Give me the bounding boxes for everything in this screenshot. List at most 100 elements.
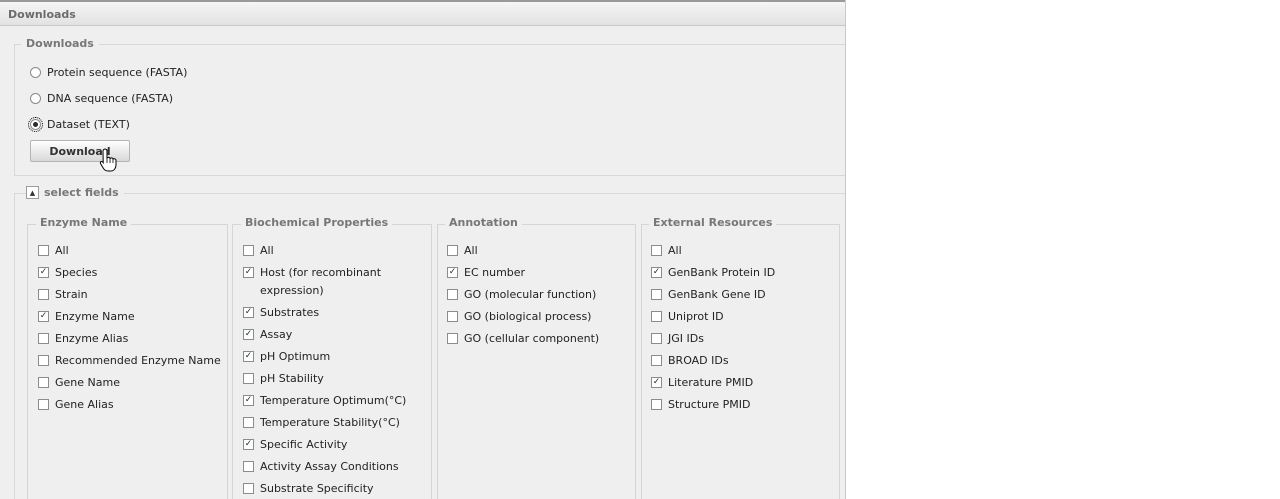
- checkbox-label: Temperature Stability(°C): [260, 416, 400, 429]
- radio-button[interactable]: [28, 116, 43, 132]
- checkbox[interactable]: [651, 311, 662, 322]
- checkbox[interactable]: [243, 373, 254, 384]
- checkbox[interactable]: ✓: [243, 307, 254, 318]
- checkbox[interactable]: ✓: [243, 395, 254, 406]
- checkbox-row[interactable]: GenBank Gene ID: [651, 286, 766, 304]
- checkbox[interactable]: [651, 333, 662, 344]
- checkbox-row[interactable]: All: [651, 242, 682, 260]
- checkbox[interactable]: [38, 289, 49, 300]
- checkbox-row[interactable]: GO (cellular component): [447, 330, 599, 348]
- column-title: Biochemical Properties: [241, 216, 393, 229]
- checkbox[interactable]: [243, 417, 254, 428]
- checkbox[interactable]: [447, 289, 458, 300]
- checkbox[interactable]: [38, 377, 49, 388]
- checkbox[interactable]: [243, 245, 254, 256]
- checkbox-row[interactable]: ✓ Literature PMID: [651, 374, 753, 392]
- checkbox[interactable]: ✓: [447, 267, 458, 278]
- checkbox-row[interactable]: Gene Alias: [38, 396, 114, 414]
- checkbox-row[interactable]: Temperature Stability(°C): [243, 414, 400, 432]
- checkbox-label: pH Stability: [260, 372, 324, 385]
- checkbox-row[interactable]: Enzyme Alias: [38, 330, 128, 348]
- checkbox-row[interactable]: pH Stability: [243, 370, 324, 388]
- checkbox[interactable]: [447, 311, 458, 322]
- checkbox-label: Temperature Optimum(°C): [260, 394, 407, 407]
- radio-button[interactable]: [30, 92, 41, 104]
- checkbox-row[interactable]: Substrate Specificity: [243, 480, 374, 498]
- checkbox[interactable]: [243, 483, 254, 494]
- checkbox-row[interactable]: ✓ Enzyme Name: [38, 308, 135, 326]
- checkbox[interactable]: [651, 245, 662, 256]
- radio-label: DNA sequence (FASTA): [47, 91, 174, 105]
- checkbox[interactable]: [38, 333, 49, 344]
- checkbox-row[interactable]: All: [243, 242, 274, 260]
- checkbox-label: JGI IDs: [668, 332, 704, 345]
- checkbox-row[interactable]: JGI IDs: [651, 330, 704, 348]
- checkbox-row[interactable]: ✓ Temperature Optimum(°C): [243, 392, 406, 410]
- checkbox-label: All: [55, 244, 69, 257]
- checkbox-row[interactable]: Uniprot ID: [651, 308, 724, 326]
- radio-label: Dataset (TEXT): [47, 117, 130, 131]
- checkbox-row[interactable]: ✓ Host (for recombinant expression): [243, 264, 393, 300]
- checkbox-label: Specific Activity: [260, 438, 348, 451]
- checkbox-row[interactable]: BROAD IDs: [651, 352, 729, 370]
- checkbox[interactable]: [447, 245, 458, 256]
- checkbox[interactable]: ✓: [243, 329, 254, 340]
- checkbox-label: Structure PMID: [668, 398, 751, 411]
- checkbox[interactable]: [651, 399, 662, 410]
- checkbox-row[interactable]: ✓ Species: [38, 264, 97, 282]
- checkbox[interactable]: [243, 461, 254, 472]
- radio-button[interactable]: [30, 66, 41, 78]
- checkbox-label: Substrate Specificity: [260, 482, 374, 495]
- checkbox-row[interactable]: ✓ pH Optimum: [243, 348, 330, 366]
- checkbox-row[interactable]: Structure PMID: [651, 396, 751, 414]
- checkbox-label: Uniprot ID: [668, 310, 724, 323]
- checkbox[interactable]: ✓: [243, 267, 254, 278]
- checkbox[interactable]: ✓: [243, 439, 254, 450]
- radio-protein-fasta[interactable]: Protein sequence (FASTA): [30, 65, 187, 79]
- checkbox[interactable]: ✓: [651, 267, 662, 278]
- checkbox-row[interactable]: ✓ Substrates: [243, 304, 319, 322]
- checkbox-row[interactable]: Strain: [38, 286, 88, 304]
- select-fields-legend: select fields: [39, 186, 124, 199]
- downloads-panel: Downloads Downloads Protein sequence (FA…: [0, 0, 846, 499]
- checkbox[interactable]: [651, 355, 662, 366]
- collapse-toggle-icon[interactable]: ▲: [26, 186, 39, 199]
- checkbox-label: Strain: [55, 288, 88, 301]
- column-title: External Resources: [649, 216, 777, 229]
- checkbox-label: All: [260, 244, 274, 257]
- checkbox-row[interactable]: Recommended Enzyme Name: [38, 352, 221, 370]
- checkbox-label: All: [464, 244, 478, 257]
- checkbox-label: Host (for recombinant expression): [260, 266, 382, 297]
- radio-dataset-text[interactable]: Dataset (TEXT): [28, 116, 130, 132]
- checkbox-label: Activity Assay Conditions: [260, 460, 399, 473]
- checkbox-row[interactable]: GO (molecular function): [447, 286, 596, 304]
- checkbox[interactable]: [38, 355, 49, 366]
- checkbox-label: Literature PMID: [668, 376, 754, 389]
- checkbox-row[interactable]: ✓ EC number: [447, 264, 525, 282]
- checkbox[interactable]: [38, 399, 49, 410]
- checkbox-row[interactable]: ✓ GenBank Protein ID: [651, 264, 775, 282]
- checkbox-label: BROAD IDs: [668, 354, 729, 367]
- hand-cursor-icon: [99, 148, 117, 172]
- checkbox-label: Recommended Enzyme Name: [55, 354, 221, 367]
- checkbox[interactable]: [38, 245, 49, 256]
- checkbox[interactable]: ✓: [38, 267, 49, 278]
- radio-dna-fasta[interactable]: DNA sequence (FASTA): [30, 91, 173, 105]
- checkbox-label: Gene Alias: [55, 398, 114, 411]
- checkbox-label: Gene Name: [55, 376, 120, 389]
- checkbox-row[interactable]: ✓ Specific Activity: [243, 436, 347, 454]
- checkbox-row[interactable]: Activity Assay Conditions: [243, 458, 399, 476]
- downloads-fieldset: [14, 44, 845, 176]
- checkbox-row[interactable]: All: [447, 242, 478, 260]
- checkbox-label: GenBank Gene ID: [668, 288, 766, 301]
- checkbox-row[interactable]: Gene Name: [38, 374, 120, 392]
- checkbox-row[interactable]: All: [38, 242, 69, 260]
- checkbox[interactable]: ✓: [243, 351, 254, 362]
- checkbox[interactable]: [651, 289, 662, 300]
- checkbox-row[interactable]: ✓ Assay: [243, 326, 292, 344]
- checkbox[interactable]: ✓: [38, 311, 49, 322]
- radio-label: Protein sequence (FASTA): [47, 65, 188, 79]
- checkbox[interactable]: [447, 333, 458, 344]
- checkbox[interactable]: ✓: [651, 377, 662, 388]
- checkbox-row[interactable]: GO (biological process): [447, 308, 591, 326]
